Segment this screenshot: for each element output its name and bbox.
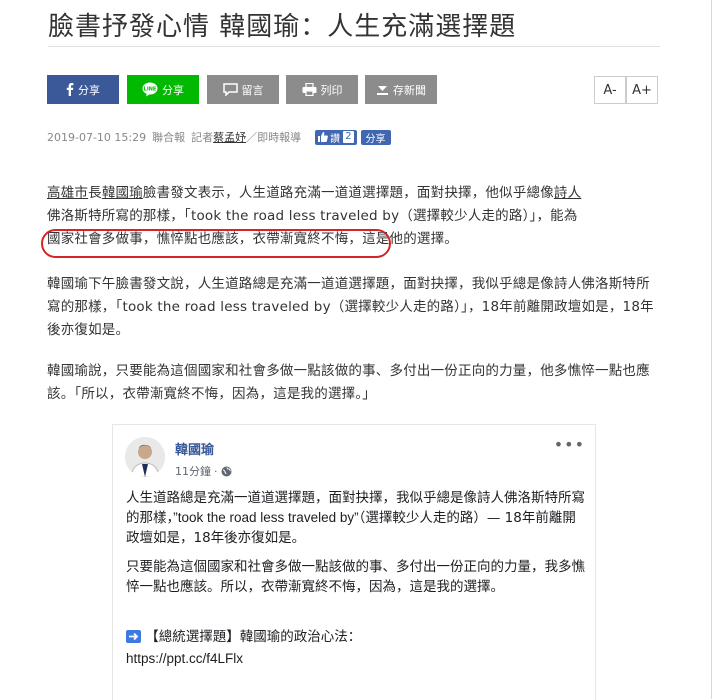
facebook-share-button[interactable]: 分享 [47, 75, 119, 104]
facebook-embedded-post: 韓國瑜 11分鐘 · ••• 人生道路總是充滿一道道選擇題，面對抉擇，我似乎總是… [112, 424, 596, 700]
fb-share-button[interactable]: 分享 [360, 129, 391, 145]
download-icon [376, 83, 389, 96]
facebook-share-label: 分享 [78, 83, 100, 97]
line-share-label: 分享 [162, 83, 184, 97]
reporter-prefix: 記者 [191, 131, 214, 144]
svg-text:LINE: LINE [144, 87, 157, 93]
post-text-paragraph-1: 人生道路總是充滿一道道選擇題，面對抉擇，我似乎總是像詩人佛洛斯特所寫的那樣，”t… [126, 488, 586, 548]
publish-date: 2019-07-10 15:29 [47, 130, 147, 144]
thumbs-up-icon [318, 132, 329, 142]
comment-label: 留言 [241, 83, 264, 97]
post-time: 11分鐘 · [175, 463, 232, 479]
article-meta: 2019-07-10 15:29 聯合報 記者 蔡孟妤 ／即時報導 讚 2 分享 [47, 129, 391, 145]
save-news-button[interactable]: 存新聞 [365, 75, 437, 104]
paragraph-3: 韓國瑜說，只要能為這個國家和社會多做一點該做的事、多付出一份正向的力量，他多憔悴… [47, 363, 650, 402]
title-divider [48, 46, 660, 47]
page-edge [711, 0, 712, 699]
report-type: ／即時報導 [246, 131, 302, 144]
article-title: 臉書抒發心情 韓國瑜：人生充滿選擇題 [48, 12, 517, 42]
post-text-quote: ”took the road less traveled by” [173, 510, 359, 525]
post-link-url[interactable]: https://ppt.cc/f4LFlx [126, 651, 243, 666]
comment-button[interactable]: 留言 [207, 75, 279, 104]
p1-text-1: 長 [88, 185, 102, 201]
print-label: 列印 [320, 83, 343, 97]
han-kuo-yu-link[interactable]: 韓國瑜 [102, 185, 143, 201]
like-count: 2 [343, 131, 354, 143]
arrow-right-icon [126, 629, 141, 649]
print-button[interactable]: 列印 [286, 75, 358, 104]
post-author[interactable]: 韓國瑜 [175, 439, 214, 458]
p1-line-2: 佛洛斯特所寫的那樣，「took the road less traveled b… [47, 208, 578, 224]
font-larger-button[interactable]: A+ [626, 76, 658, 104]
more-options-icon[interactable]: ••• [554, 435, 585, 454]
printer-icon [302, 83, 317, 96]
post-time-label[interactable]: 11分鐘 [175, 463, 211, 479]
save-news-label: 存新聞 [393, 83, 426, 97]
news-source: 聯合報 [152, 131, 186, 144]
poet-link[interactable]: 詩人 [554, 185, 581, 201]
highlight-oval [41, 229, 391, 258]
reporter-link[interactable]: 蔡孟妤 [213, 129, 246, 145]
comment-icon [222, 83, 238, 96]
line-icon: LINE [142, 82, 158, 97]
post-link-block: 【總統選擇題】韓國瑜的政治心法： https://ppt.cc/f4LFlx [126, 627, 586, 669]
kaohsiung-link[interactable]: 高雄市 [47, 185, 88, 201]
p1-text-2: 臉書發文表示，人生道路充滿一道道選擇題，面對抉擇，他似乎總像 [142, 185, 554, 201]
post-link-label: 【總統選擇題】韓國瑜的政治心法： [145, 629, 362, 645]
avatar[interactable] [125, 437, 165, 477]
fb-like-button[interactable]: 讚 2 [315, 129, 357, 145]
like-label: 讚 [330, 133, 341, 145]
line-share-button[interactable]: LINE 分享 [127, 75, 199, 104]
font-smaller-button[interactable]: A- [594, 76, 626, 104]
facebook-icon [66, 83, 74, 96]
globe-icon [221, 466, 231, 476]
post-text-paragraph-2: 只要能為這個國家和社會多做一點該做的事、多付出一份正向的力量，我多憔悴一點也應該… [126, 559, 585, 595]
paragraph-2: 韓國瑜下午臉書發文說，人生道路總是充滿一道道選擇題，面對抉擇，我似乎總是像詩人佛… [47, 276, 654, 338]
